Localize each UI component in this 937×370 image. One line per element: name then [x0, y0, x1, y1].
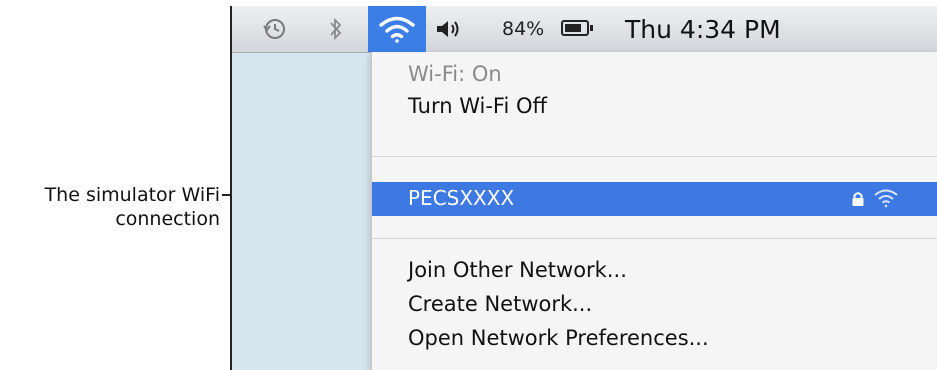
network-item-selected[interactable]: PECSXXXX [372, 182, 937, 216]
time-machine-icon[interactable] [258, 6, 292, 52]
network-name: PECSXXXX [408, 186, 515, 210]
menu-separator [372, 156, 937, 157]
join-other-network-item[interactable]: Join Other Network... [408, 258, 627, 282]
bluetooth-icon[interactable] [324, 6, 348, 52]
wifi-menu-button[interactable] [368, 6, 426, 52]
wifi-status: Wi-Fi: On [408, 62, 502, 86]
volume-icon[interactable] [434, 6, 464, 52]
menubar-clock[interactable]: Thu 4:34 PM [625, 6, 781, 52]
turn-wifi-off-item[interactable]: Turn Wi-Fi Off [408, 94, 547, 118]
menu-bar: 84% Thu 4:34 PM [232, 6, 937, 53]
wifi-dropdown-menu: Wi-Fi: On Turn Wi-Fi Off PECSXXXX Join O… [371, 52, 937, 370]
create-network-item[interactable]: Create Network... [408, 292, 592, 316]
callout-line-2: connection [115, 208, 220, 230]
screenshot-frame: 84% Thu 4:34 PM Wi-Fi: On Turn Wi-Fi Off… [230, 6, 937, 370]
menu-separator [372, 238, 937, 239]
wifi-icon [379, 16, 415, 43]
callout-line-1: The simulator WiFi [44, 184, 220, 206]
lock-icon [852, 192, 864, 206]
callout-label: The simulator WiFi connection [0, 183, 220, 231]
battery-icon[interactable] [561, 20, 593, 36]
open-network-preferences-item[interactable]: Open Network Preferences... [408, 326, 709, 350]
battery-percentage: 84% [502, 18, 545, 40]
wifi-signal-icon [874, 189, 898, 208]
